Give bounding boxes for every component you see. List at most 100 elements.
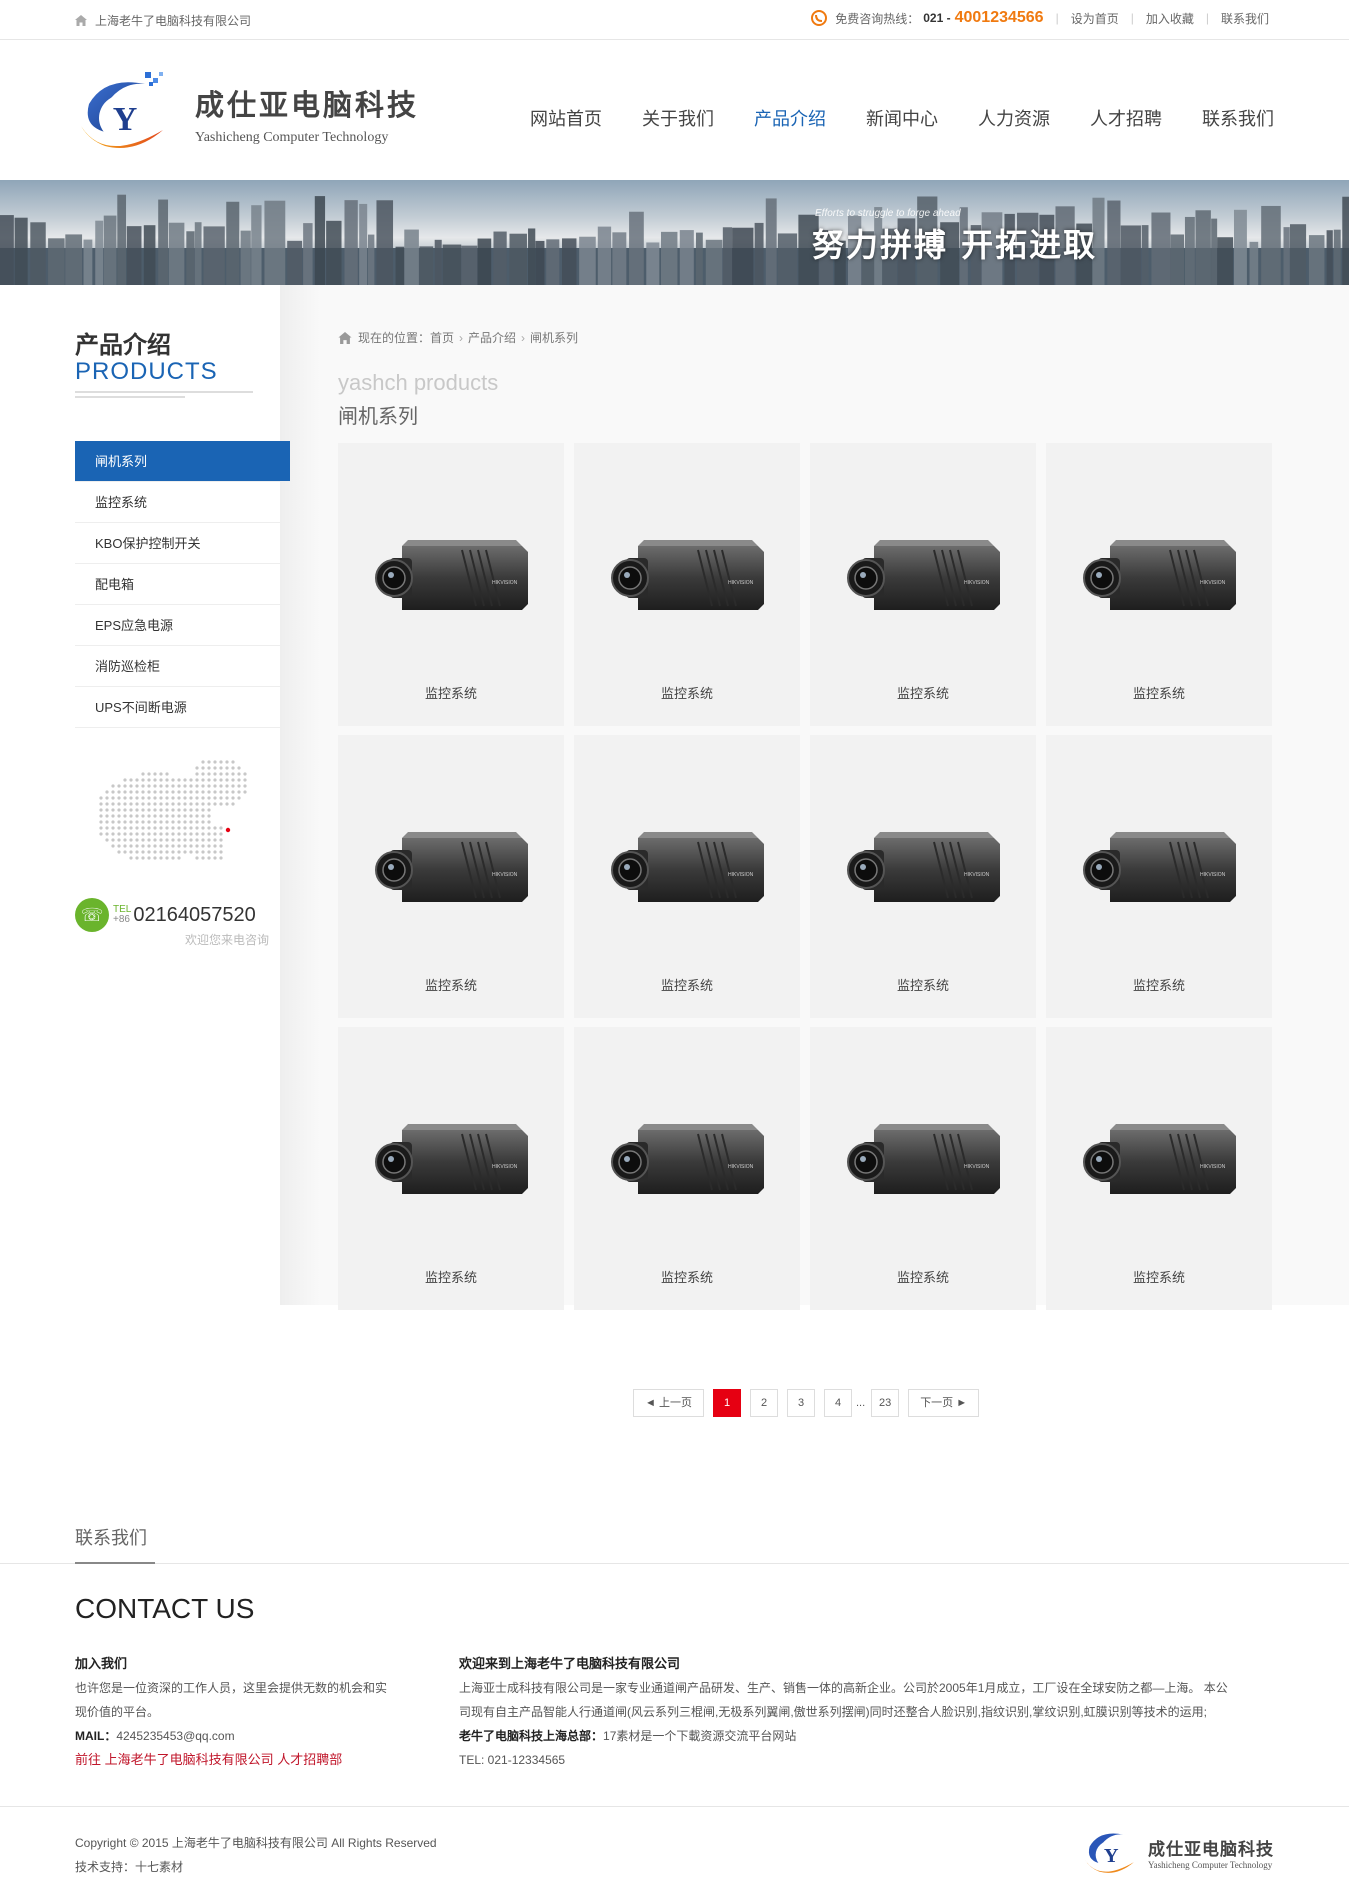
- breadcrumb-products[interactable]: 产品介绍: [468, 329, 516, 346]
- page-2-button[interactable]: 2: [750, 1389, 778, 1417]
- logo-mark-icon: Y: [81, 72, 163, 148]
- product-name[interactable]: 监控系统: [338, 975, 564, 994]
- site-logo[interactable]: Y 成仕亚电脑科技 Yashicheng Computer Technology: [75, 68, 419, 160]
- category-kbo[interactable]: KBO保护控制开关: [75, 523, 280, 564]
- product-card[interactable]: HIKVISION 监控系统: [574, 735, 800, 1018]
- sidebar-title: 产品介绍 PRODUCTS: [75, 325, 290, 403]
- main-nav: 网站首页 关于我们 产品介绍 新闻中心 人力资源 人才招聘 联系我们: [490, 105, 1274, 131]
- nav-contact[interactable]: 联系我们: [1202, 105, 1274, 131]
- product-name[interactable]: 监控系统: [1046, 1267, 1272, 1286]
- product-grid: HIKVISION 监控系统 HIKVISION 监控系统 HIKVISION …: [338, 443, 1273, 1310]
- mail-label: MAIL：: [75, 1729, 117, 1743]
- camera-image: HIKVISION: [611, 540, 764, 610]
- nav-news[interactable]: 新闻中心: [866, 105, 938, 131]
- nav-products[interactable]: 产品介绍: [754, 105, 826, 131]
- home-icon: [338, 331, 352, 344]
- category-monitoring[interactable]: 监控系统: [75, 482, 280, 523]
- chevron-right-icon: ›: [459, 330, 464, 345]
- company-line: 上海老牛了电脑科技有限公司: [75, 12, 251, 29]
- chevron-right-icon: ›: [521, 330, 526, 345]
- welcome-title: 欢迎来到上海老牛了电脑科技有限公司: [459, 1656, 681, 1671]
- category-fire-cabinet[interactable]: 消防巡检柜: [75, 646, 280, 687]
- product-card[interactable]: HIKVISION 监控系统: [810, 735, 1036, 1018]
- page-4-button[interactable]: 4: [824, 1389, 852, 1417]
- category-gate[interactable]: 闸机系列: [75, 441, 290, 482]
- product-card[interactable]: HIKVISION 监控系统: [1046, 1027, 1272, 1310]
- sidebar-title-cn: 产品介绍: [75, 332, 171, 359]
- product-name[interactable]: 监控系统: [810, 975, 1036, 994]
- product-name[interactable]: 监控系统: [1046, 683, 1272, 702]
- nav-jobs[interactable]: 人才招聘: [1090, 105, 1162, 131]
- product-card[interactable]: HIKVISION 监控系统: [1046, 443, 1272, 726]
- product-image[interactable]: HIKVISION: [1080, 830, 1238, 915]
- product-image[interactable]: HIKVISION: [844, 830, 1002, 915]
- product-image[interactable]: HIKVISION: [372, 830, 530, 915]
- product-name[interactable]: 监控系统: [574, 683, 800, 702]
- camera-image: HIKVISION: [1083, 1124, 1236, 1194]
- tel-number: 02164057520: [133, 903, 256, 926]
- page-3-button[interactable]: 3: [787, 1389, 815, 1417]
- product-name[interactable]: 监控系统: [338, 683, 564, 702]
- tel-country: +86: [113, 914, 130, 925]
- product-card[interactable]: HIKVISION 监控系统: [1046, 735, 1272, 1018]
- product-name[interactable]: 监控系统: [574, 1267, 800, 1286]
- product-image[interactable]: HIKVISION: [844, 538, 1002, 623]
- product-card[interactable]: HIKVISION 监控系统: [810, 1027, 1036, 1310]
- footer-logo[interactable]: Y 成仕亚电脑科技 Yashicheng Computer Technology: [1080, 1825, 1274, 1880]
- category-distribution-box[interactable]: 配电箱: [75, 564, 280, 605]
- contact-map: ☏ TEL +86 02164057520 欢迎您来电咨询: [75, 748, 290, 948]
- city-skyline-image: [0, 194, 1349, 285]
- svg-text:Y: Y: [113, 101, 138, 138]
- contact-link[interactable]: 联系我们: [1221, 10, 1269, 27]
- product-image[interactable]: HIKVISION: [1080, 538, 1238, 623]
- category-eps[interactable]: EPS应急电源: [75, 605, 280, 646]
- product-card[interactable]: HIKVISION 监控系统: [338, 735, 564, 1018]
- product-image[interactable]: HIKVISION: [608, 830, 766, 915]
- page-last-button[interactable]: 23: [871, 1389, 900, 1417]
- hq-tel: TEL: 021-12334565: [459, 1753, 566, 1767]
- category-ups[interactable]: UPS不间断电源: [75, 687, 280, 728]
- product-image[interactable]: HIKVISION: [372, 1122, 530, 1207]
- page-1-button[interactable]: 1: [713, 1389, 741, 1417]
- product-image[interactable]: HIKVISION: [608, 1122, 766, 1207]
- phone-icon: [811, 10, 828, 26]
- mail-address[interactable]: 4245235453@qq.com: [116, 1729, 234, 1743]
- product-name[interactable]: 监控系统: [1046, 975, 1272, 994]
- product-image[interactable]: HIKVISION: [372, 538, 530, 623]
- banner: Efforts to struggle to forge ahead 努力拼搏 …: [0, 180, 1349, 285]
- product-name[interactable]: 监控系统: [810, 683, 1036, 702]
- svg-text:HIKVISION: HIKVISION: [1200, 872, 1226, 878]
- nav-hr[interactable]: 人力资源: [978, 105, 1050, 131]
- add-favorite-link[interactable]: 加入收藏: [1146, 10, 1194, 27]
- product-name[interactable]: 监控系统: [574, 975, 800, 994]
- product-image[interactable]: HIKVISION: [1080, 1122, 1238, 1207]
- top-bar: 上海老牛了电脑科技有限公司 免费咨询热线： 021 - 4001234566 |…: [0, 0, 1349, 40]
- set-homepage-link[interactable]: 设为首页: [1071, 10, 1119, 27]
- product-card[interactable]: HIKVISION 监控系统: [574, 1027, 800, 1310]
- product-card[interactable]: HIKVISION 监控系统: [338, 1027, 564, 1310]
- product-image[interactable]: HIKVISION: [844, 1122, 1002, 1207]
- camera-image: HIKVISION: [375, 832, 528, 902]
- camera-image: HIKVISION: [611, 832, 764, 902]
- logo-mark-icon: Y: [1084, 1833, 1134, 1873]
- svg-text:HIKVISION: HIKVISION: [1200, 1164, 1226, 1170]
- product-card[interactable]: HIKVISION 监控系统: [574, 443, 800, 726]
- recruit-link[interactable]: 前往 上海老牛了电脑科技有限公司 人才招聘部: [75, 1752, 342, 1767]
- prev-page-button[interactable]: ◄ 上一页: [633, 1389, 704, 1417]
- product-name[interactable]: 监控系统: [810, 1267, 1036, 1286]
- next-page-button[interactable]: 下一页 ►: [908, 1389, 980, 1417]
- section-title-cn: 闸机系列: [338, 406, 418, 428]
- pager-ellipsis: ...: [856, 1397, 866, 1409]
- nav-home[interactable]: 网站首页: [530, 105, 602, 131]
- copyright-text: Copyright © 2015 上海老牛了电脑科技有限公司 All Right…: [75, 1836, 437, 1850]
- copyright-block: Copyright © 2015 上海老牛了电脑科技有限公司 All Right…: [75, 1831, 437, 1879]
- nav-about[interactable]: 关于我们: [642, 105, 714, 131]
- banner-slogan: 努力拼搏 开拓进取: [812, 226, 1098, 264]
- breadcrumb: 现在的位置： 首页 › 产品介绍 › 闸机系列: [338, 329, 578, 346]
- product-image[interactable]: HIKVISION: [608, 538, 766, 623]
- breadcrumb-home[interactable]: 首页: [430, 329, 454, 346]
- product-name[interactable]: 监控系统: [338, 1267, 564, 1286]
- product-card[interactable]: HIKVISION 监控系统: [810, 443, 1036, 726]
- footer-logo-cn: 成仕亚电脑科技: [1148, 1840, 1274, 1859]
- product-card[interactable]: HIKVISION 监控系统: [338, 443, 564, 726]
